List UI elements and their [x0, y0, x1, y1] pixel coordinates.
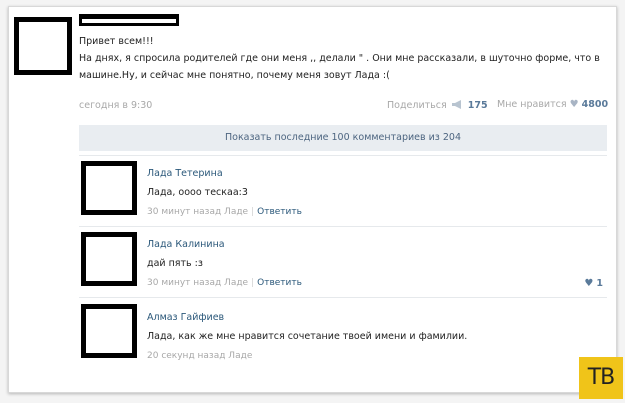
comment-meta: 20 секунд назад Ладе	[147, 351, 252, 361]
comment-time[interactable]: 30 минут назад Ладе	[147, 207, 248, 217]
comment-item: Лада Тетерина Лада, оооо тескаа:3 30 мин…	[79, 155, 607, 226]
share-count: 175	[467, 100, 488, 111]
comment-text: Лада, оооо тескаа:3	[147, 187, 248, 198]
post-time[interactable]: сегодня в 9:30	[79, 100, 152, 111]
commenter-avatar[interactable]	[81, 161, 137, 215]
megaphone-icon	[451, 100, 461, 109]
commenter-name[interactable]: Лада Тетерина	[147, 168, 223, 179]
comment-text: дай пять :з	[147, 258, 203, 269]
commenter-avatar[interactable]	[81, 232, 137, 286]
commenter-name[interactable]: Алмаз Гайфиев	[147, 312, 224, 323]
comment-time[interactable]: 20 секунд назад Ладе	[147, 351, 252, 361]
like-count: 4800	[581, 99, 609, 110]
comment-like-count: 1	[596, 278, 603, 289]
comment-meta: 30 минут назад Ладе | Ответить	[147, 278, 302, 288]
heart-icon: ♥	[584, 278, 594, 289]
show-more-comments-button[interactable]: Показать последние 100 комментариев из 2…	[79, 125, 607, 151]
comment-item: Лада Калинина дай пять :з 30 минут назад…	[79, 226, 607, 297]
comment-like-button[interactable]: ♥ 1	[584, 278, 603, 289]
commenter-avatar[interactable]	[81, 304, 137, 358]
comment-text: Лада, как же мне нравится сочетание твое…	[147, 331, 468, 342]
like-label: Мне нравится	[497, 99, 567, 110]
post-line-2: машине.Ну, и сейчас мне понятно, почему …	[79, 70, 390, 81]
comment-meta: 30 минут назад Ладе | Ответить	[147, 207, 302, 217]
heart-icon: ♥	[569, 99, 579, 110]
commenter-name[interactable]: Лада Калинина	[147, 239, 225, 250]
post-line-1: На днях, я спросила родителей где они ме…	[79, 53, 600, 64]
share-label: Поделиться	[387, 100, 447, 111]
reply-link[interactable]: Ответить	[257, 278, 302, 288]
post-greeting: Привет всем!!!	[79, 36, 154, 47]
like-button[interactable]: Мне нравится ♥ 4800	[497, 99, 608, 110]
reply-link[interactable]: Ответить	[257, 207, 302, 217]
post-text: Привет всем!!! На днях, я спросила родит…	[79, 33, 607, 84]
meta-separator: |	[251, 207, 255, 217]
comment-item: Алмаз Гайфиев Лада, как же мне нравится …	[79, 297, 607, 373]
share-button[interactable]: Поделиться 175	[387, 99, 488, 111]
wall-post-card: Привет всем!!! На днях, я спросила родит…	[8, 6, 617, 393]
watermark-logo: ТВ	[579, 357, 623, 399]
comment-time[interactable]: 30 минут назад Ладе	[147, 278, 248, 288]
meta-separator: |	[251, 278, 255, 288]
author-name-redacted[interactable]	[79, 14, 179, 26]
author-avatar[interactable]	[14, 17, 72, 75]
